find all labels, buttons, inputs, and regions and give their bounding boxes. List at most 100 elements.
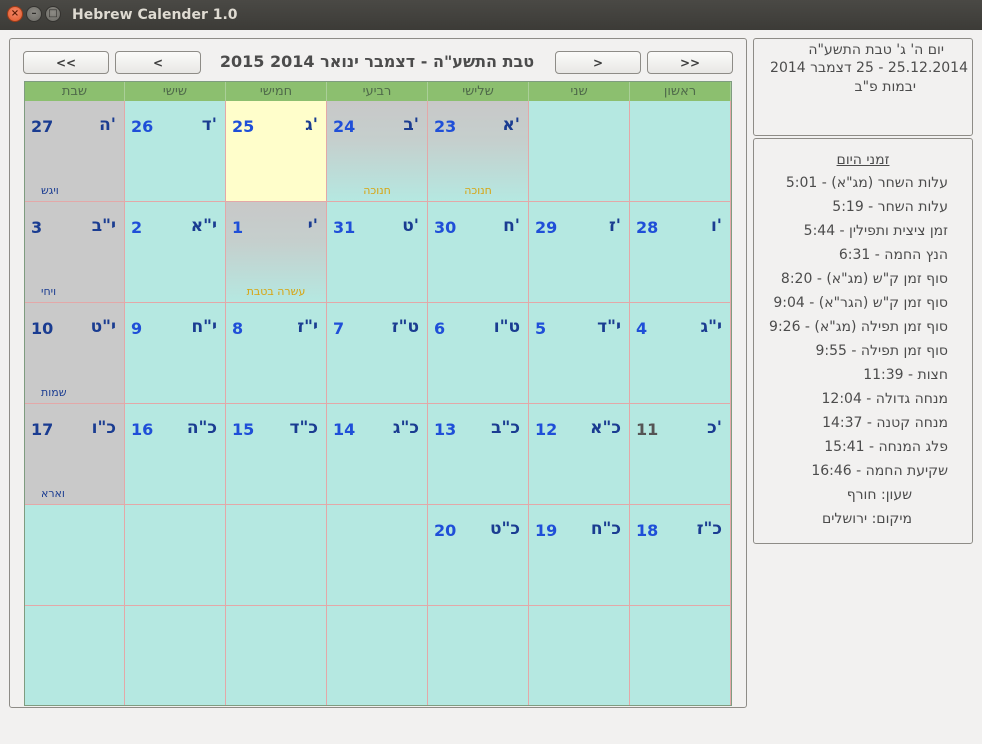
day-cell[interactable]: י"ח 9 (125, 303, 226, 404)
day-cell[interactable]: י' 1 עשרה בטבת (226, 202, 327, 303)
day-cell[interactable] (630, 101, 731, 202)
hebrew-date: ז' (608, 216, 621, 236)
zman-item: סוף זמן תפילה (מג"א) - 9:26 (769, 319, 948, 335)
zman-item: מנחה גדולה - 12:04 (821, 391, 949, 407)
zman-item: סוף זמן תפילה - 9:55 (815, 343, 948, 359)
gregorian-date: 6 (434, 319, 446, 338)
day-cell[interactable]: כ"א 12 (529, 404, 630, 505)
hebrew-date: י"ד (597, 317, 621, 337)
weekday-header: רביעי (327, 82, 428, 101)
gregorian-date: 25 (232, 117, 255, 136)
day-cell[interactable]: כ"ה 16 (125, 404, 226, 505)
weekday-header: ראשון (630, 82, 731, 101)
gregorian-date: 9 (131, 319, 143, 338)
hebrew-date: כ"א (590, 418, 621, 438)
window-title: Hebrew Calender 1.0 (72, 7, 238, 23)
hebrew-date: י"ח (191, 317, 217, 337)
day-cell[interactable]: י"א 2 (125, 202, 226, 303)
gregorian-date: 29 (535, 218, 558, 237)
parasha-label: וארא (41, 487, 65, 500)
next-year-button[interactable]: >> (647, 51, 733, 74)
hebrew-date: ט"ז (391, 317, 419, 337)
weekday-header: חמישי (226, 82, 327, 101)
day-cell[interactable]: כ' 11 (630, 404, 731, 505)
daf-yomi: יבמות פ"ב (854, 79, 916, 95)
day-cell[interactable]: י"ד 5 (529, 303, 630, 404)
gregorian-date: 11 (636, 420, 659, 439)
day-cell[interactable]: כ"ו 17 וארא (25, 404, 125, 505)
gregorian-date: 28 (636, 218, 659, 237)
day-cell[interactable] (428, 606, 529, 705)
day-cell[interactable] (25, 606, 125, 705)
gregorian-date: 23 (434, 117, 457, 136)
hebrew-date: כ"ו (91, 418, 116, 438)
day-cell[interactable] (226, 606, 327, 705)
weekday-header: שלישי (428, 82, 529, 101)
day-cell[interactable]: ט"ז 7 (327, 303, 428, 404)
gregorian-date: 1 (232, 218, 244, 237)
day-cell[interactable] (327, 606, 428, 705)
hebrew-date: ג' (305, 115, 318, 135)
day-cell[interactable] (529, 101, 630, 202)
day-cell[interactable] (226, 505, 327, 606)
parasha-label: ויחי (41, 285, 57, 298)
zman-item: חצות - 11:39 (863, 367, 948, 383)
zman-item: עלות השחר - 5:19 (832, 199, 948, 215)
day-cell[interactable]: א' 23 חנוכה (428, 101, 529, 202)
day-cell[interactable]: כ"ח 19 (529, 505, 630, 606)
day-cell[interactable]: כ"ז 18 (630, 505, 731, 606)
zman-item: שקיעת החמה - 16:46 (811, 463, 948, 479)
day-cell[interactable]: י"ב 3 ויחי (25, 202, 125, 303)
day-cell[interactable]: ט"ו 6 (428, 303, 529, 404)
prev-year-button[interactable]: << (23, 51, 109, 74)
hebrew-date: י"ט (90, 317, 116, 337)
gregorian-date: 24 (333, 117, 356, 136)
hebrew-date: ו' (710, 216, 722, 236)
maximize-window-button[interactable]: □ (45, 6, 61, 22)
day-cell[interactable] (630, 606, 731, 705)
selected-day-hebrew: יום ה' ג' טבת התשע"ה (808, 42, 944, 58)
day-cell[interactable] (125, 505, 226, 606)
day-cell[interactable] (25, 505, 125, 606)
day-cell[interactable] (529, 606, 630, 705)
day-cell[interactable]: י"ט 10 שמות (25, 303, 125, 404)
selected-day-gregorian: 25.12.2014 - 25 דצמבר 2014 (770, 60, 968, 76)
day-cell[interactable]: ג' 25 (226, 101, 327, 202)
selected-day-panel: יום ה' ג' טבת התשע"ה 25.12.2014 - 25 דצמ… (753, 38, 973, 136)
day-cell[interactable]: י"ז 8 (226, 303, 327, 404)
day-cell[interactable]: ב' 24 חנוכה (327, 101, 428, 202)
gregorian-date: 17 (31, 420, 54, 439)
day-cell[interactable]: כ"ב 13 (428, 404, 529, 505)
day-cell[interactable] (125, 606, 226, 705)
day-cell[interactable]: ו' 28 (630, 202, 731, 303)
hebrew-date: ח' (503, 216, 520, 236)
hebrew-date: כ' (707, 418, 722, 438)
holiday-label: חנוכה (464, 184, 492, 197)
hebrew-date: כ"ד (289, 418, 318, 438)
day-cell[interactable]: י"ג 4 (630, 303, 731, 404)
day-cell[interactable]: ז' 29 (529, 202, 630, 303)
day-cell[interactable]: ט' 31 (327, 202, 428, 303)
gregorian-date: 20 (434, 521, 457, 540)
hebrew-date: א' (502, 115, 520, 135)
calendar-grid: ראשון שני שלישי רביעי חמישי שישי שבת א' 23 חנוכה ב… (24, 81, 732, 706)
hebrew-date: ב' (403, 115, 419, 135)
zman-item: זמן ציצית ותפילין - 5:44 (803, 223, 948, 239)
zman-item: שעון: חורף (846, 487, 912, 503)
day-cell[interactable]: כ"ט 20 (428, 505, 529, 606)
gregorian-date: 31 (333, 218, 356, 237)
day-cell[interactable]: ד' 26 (125, 101, 226, 202)
day-cell[interactable]: כ"ד 15 (226, 404, 327, 505)
day-cell[interactable] (327, 505, 428, 606)
holiday-label: עשרה בטבת (246, 285, 306, 298)
prev-month-button[interactable]: < (115, 51, 201, 74)
close-window-button[interactable]: × (7, 6, 23, 22)
gregorian-date: 2 (131, 218, 143, 237)
day-cell[interactable]: ח' 30 (428, 202, 529, 303)
day-cell[interactable]: ה' 27 ויגש (25, 101, 125, 202)
hebrew-date: י"ב (91, 216, 116, 236)
minimize-window-button[interactable]: – (26, 6, 42, 22)
zman-item: מנחה קטנה - 14:37 (822, 415, 948, 431)
day-cell[interactable]: כ"ג 14 (327, 404, 428, 505)
next-month-button[interactable]: > (555, 51, 641, 74)
